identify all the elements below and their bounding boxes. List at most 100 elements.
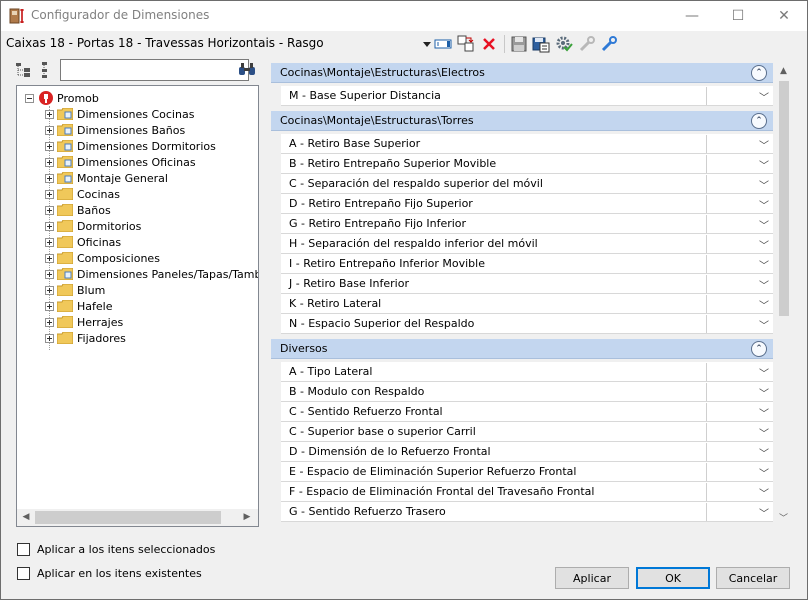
tree-item[interactable]: Dimensiones Paneles/Tapas/Tambur — [45, 266, 258, 282]
grid-vertical-scrollbar[interactable]: ▲ ﹀ — [774, 63, 793, 527]
collapse-group-icon[interactable]: ⌃ — [751, 113, 767, 129]
property-row[interactable]: N - Espacio Superior del Respaldo ﹀ — [281, 314, 773, 334]
maximize-button[interactable]: ☐ — [715, 1, 761, 31]
property-value-dropdown[interactable]: ﹀ — [706, 463, 772, 481]
property-value-dropdown[interactable]: ﹀ — [706, 235, 772, 253]
property-row[interactable]: F - Espacio de Eliminación Frontal del T… — [281, 482, 773, 502]
expand-icon[interactable] — [45, 157, 54, 167]
tree-horizontal-scrollbar[interactable]: ◀ ▶ — [17, 509, 258, 526]
property-value-dropdown[interactable]: ﹀ — [706, 275, 772, 293]
property-row[interactable]: B - Retiro Entrepaño Superior Movible ﹀ — [281, 154, 773, 174]
cancel-button[interactable]: Cancelar — [716, 567, 790, 589]
tree-item[interactable]: Cocinas — [45, 186, 120, 202]
property-value-dropdown[interactable]: ﹀ — [706, 483, 772, 501]
property-value-dropdown[interactable]: ﹀ — [706, 195, 772, 213]
property-row[interactable]: C - Superior base o superior Carril ﹀ — [281, 422, 773, 442]
scroll-thumb[interactable] — [35, 511, 221, 524]
expand-icon[interactable] — [45, 253, 54, 263]
group-header[interactable]: Diversos ⌃ — [271, 339, 773, 359]
minimize-button[interactable]: — — [669, 1, 715, 31]
scroll-thumb[interactable] — [779, 81, 789, 316]
tree-item[interactable]: Hafele — [45, 298, 112, 314]
tree-item[interactable]: Fijadores — [45, 330, 126, 346]
ok-button[interactable]: OK — [636, 567, 710, 589]
save-icon[interactable] — [509, 34, 529, 54]
group-header[interactable]: Cocinas\Montaje\Estructuras\Torres ⌃ — [271, 111, 773, 131]
expand-icon[interactable] — [45, 141, 54, 151]
property-row[interactable]: G - Sentido Refuerzo Trasero ﹀ — [281, 502, 773, 522]
edit-tool-icon[interactable] — [599, 34, 619, 54]
tree-item[interactable]: Dimensiones Dormitorios — [45, 138, 216, 154]
text-field-icon[interactable] — [433, 34, 453, 54]
delete-icon[interactable] — [479, 34, 499, 54]
property-value-dropdown[interactable]: ﹀ — [706, 315, 772, 333]
close-button[interactable]: ✕ — [761, 1, 807, 31]
property-value-dropdown[interactable]: ﹀ — [706, 295, 772, 313]
property-row[interactable]: A - Tipo Lateral ﹀ — [281, 362, 773, 382]
scroll-down-icon[interactable]: ﹀ — [774, 511, 793, 527]
property-value-dropdown[interactable]: ﹀ — [706, 87, 772, 105]
property-row[interactable]: D - Dimensión de lo Refuerzo Frontal ﹀ — [281, 442, 773, 462]
tree-item[interactable]: Baños — [45, 202, 111, 218]
expand-icon[interactable] — [45, 317, 54, 327]
expand-icon[interactable] — [45, 189, 54, 199]
property-row[interactable]: C - Separación del respaldo superior del… — [281, 174, 773, 194]
property-value-dropdown[interactable]: ﹀ — [706, 363, 772, 381]
save-as-icon[interactable] — [531, 34, 551, 54]
apply-selected-checkbox[interactable] — [17, 542, 30, 556]
collapse-group-icon[interactable]: ⌃ — [751, 65, 767, 81]
tree-item[interactable]: Herrajes — [45, 314, 123, 330]
property-value-dropdown[interactable]: ﹀ — [706, 175, 772, 193]
tree-item[interactable]: Dimensiones Cocinas — [45, 106, 194, 122]
property-row[interactable]: H - Separación del respaldo inferior del… — [281, 234, 773, 254]
tree-root-promob[interactable]: Promob — [25, 90, 99, 106]
property-value-dropdown[interactable]: ﹀ — [706, 383, 772, 401]
expand-icon[interactable] — [45, 333, 54, 343]
property-row[interactable]: J - Retiro Base Inferior ﹀ — [281, 274, 773, 294]
apply-existing-option[interactable]: Aplicar en los itens existentes — [17, 565, 202, 581]
tree-item[interactable]: Dimensiones Oficinas — [45, 154, 196, 170]
settings-gear-icon[interactable] — [554, 34, 574, 54]
property-row[interactable]: I - Retiro Entrepaño Inferior Movible ﹀ — [281, 254, 773, 274]
tree-item[interactable]: Dimensiones Baños — [45, 122, 185, 138]
category-tree[interactable]: Promob Dimensiones Cocinas Dimensiones B… — [16, 85, 259, 527]
property-row[interactable]: G - Retiro Entrepaño Fijo Inferior ﹀ — [281, 214, 773, 234]
search-input[interactable] — [60, 59, 249, 81]
tree-collapse-icon[interactable] — [39, 61, 53, 79]
binoculars-search-icon[interactable] — [238, 61, 256, 79]
scroll-up-icon[interactable]: ▲ — [774, 63, 793, 79]
property-row[interactable]: C - Sentido Refuerzo Frontal ﹀ — [281, 402, 773, 422]
property-value-dropdown[interactable]: ﹀ — [706, 503, 772, 521]
property-row[interactable]: K - Retiro Lateral ﹀ — [281, 294, 773, 314]
collapse-group-icon[interactable]: ⌃ — [751, 341, 767, 357]
apply-button[interactable]: Aplicar — [555, 567, 629, 589]
property-value-dropdown[interactable]: ﹀ — [706, 155, 772, 173]
property-value-dropdown[interactable]: ﹀ — [706, 135, 772, 153]
tree-item[interactable]: Montaje General — [45, 170, 168, 186]
expand-icon[interactable] — [45, 285, 54, 295]
scroll-right-icon[interactable]: ▶ — [239, 511, 255, 524]
expand-icon[interactable] — [45, 205, 54, 215]
copy-config-icon[interactable] — [456, 34, 476, 54]
property-row[interactable]: D - Retiro Entrepaño Fijo Superior ﹀ — [281, 194, 773, 214]
tool-disabled-icon[interactable] — [577, 34, 597, 54]
expand-icon[interactable] — [45, 125, 54, 135]
expand-icon[interactable] — [45, 237, 54, 247]
expand-icon[interactable] — [45, 269, 54, 279]
property-row[interactable]: M - Base Superior Distancia ﹀ — [281, 86, 773, 106]
property-value-dropdown[interactable]: ﹀ — [706, 255, 772, 273]
property-value-dropdown[interactable]: ﹀ — [706, 215, 772, 233]
tree-item[interactable]: Dormitorios — [45, 218, 141, 234]
expand-icon[interactable] — [45, 221, 54, 231]
property-value-dropdown[interactable]: ﹀ — [706, 443, 772, 461]
expand-icon[interactable] — [45, 109, 54, 119]
tree-item[interactable]: Composiciones — [45, 250, 160, 266]
property-value-dropdown[interactable]: ﹀ — [706, 423, 772, 441]
property-row[interactable]: B - Modulo con Respaldo ﹀ — [281, 382, 773, 402]
collapse-icon[interactable] — [25, 93, 34, 103]
tree-item[interactable]: Oficinas — [45, 234, 121, 250]
tree-expand-icon[interactable] — [15, 61, 33, 79]
tree-item[interactable]: Blum — [45, 282, 105, 298]
scroll-left-icon[interactable]: ◀ — [18, 511, 34, 524]
apply-existing-checkbox[interactable] — [17, 566, 30, 580]
